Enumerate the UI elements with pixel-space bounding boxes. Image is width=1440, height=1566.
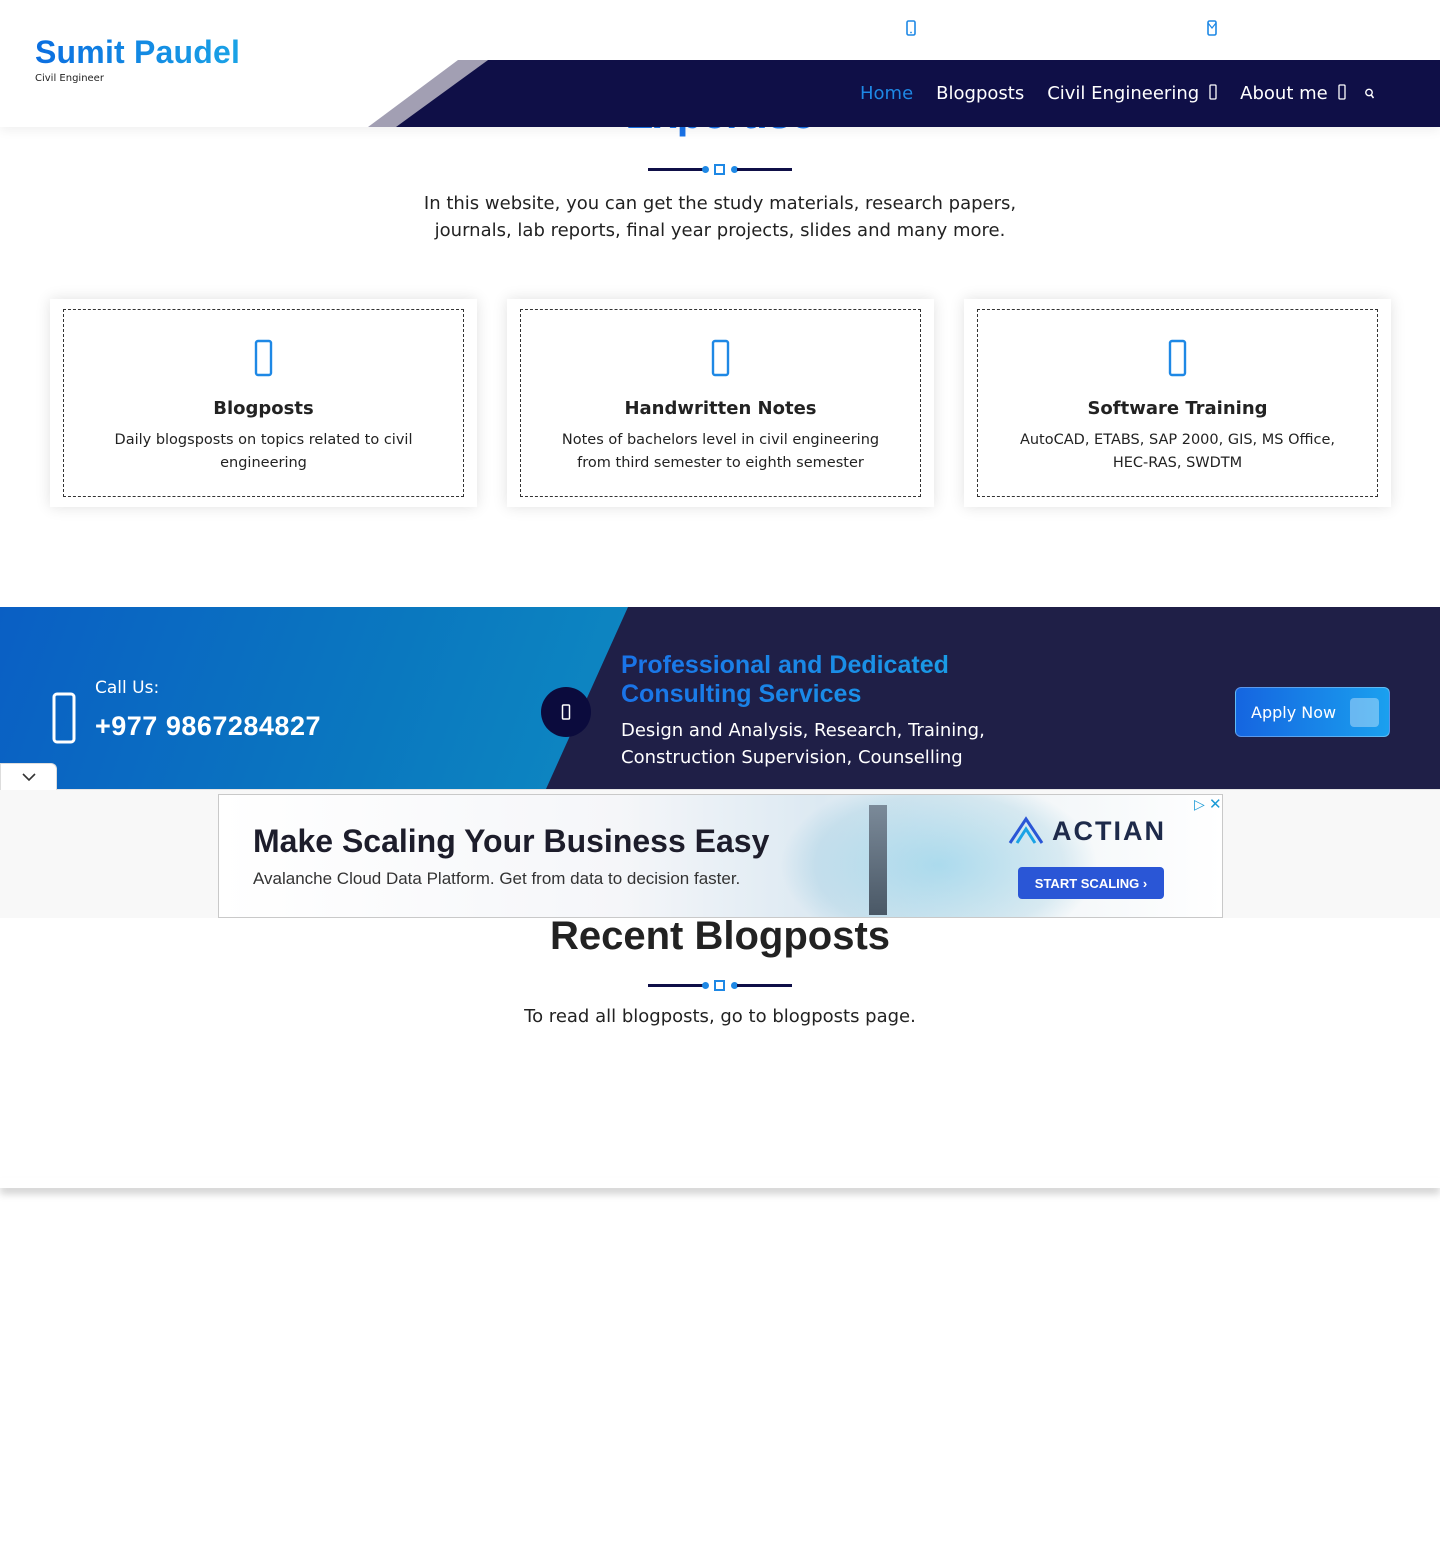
envelope-icon: [1205, 18, 1219, 40]
brand-tagline: Civil Engineer: [35, 73, 104, 84]
section-divider: [648, 163, 792, 175]
pencil-icon: [244, 338, 284, 380]
service-card[interactable]: Handwritten Notes Notes of bachelors lev…: [507, 299, 934, 507]
main-nav: Home Blogposts Civil Engineering About m…: [860, 60, 1369, 127]
expertise-lead: In this website, you can get the study m…: [423, 193, 1017, 241]
service-card-text: Notes of bachelors level in civil engine…: [561, 432, 880, 471]
apply-now-button[interactable]: Apply Now: [1235, 687, 1390, 737]
phone-icon: [52, 692, 76, 744]
nav-item-label: Civil Engineering: [1047, 83, 1200, 104]
close-icon[interactable]: ✕: [1209, 795, 1222, 813]
service-card-title: Handwritten Notes: [624, 398, 817, 419]
ad-building-image: [869, 805, 887, 915]
service-card-text: AutoCAD, ETABS, SAP 2000, GIS, MS Office…: [1019, 432, 1336, 471]
call-label: Call Us:: [95, 678, 160, 698]
site-header: Sumit Paudel Civil Engineer Home Blogpos…: [0, 0, 1440, 127]
ad-cta-button[interactable]: START SCALING ›: [1018, 867, 1164, 899]
consulting-banner: Call Us: +977 9867284827 Professional an…: [0, 607, 1440, 789]
arrow-right-icon: [1350, 698, 1379, 727]
apply-now-label: Apply Now: [1251, 702, 1337, 722]
briefcase-icon: [541, 687, 591, 737]
ad-headline: Make Scaling Your Business Easy: [253, 823, 770, 859]
brand[interactable]: Sumit Paudel Civil Engineer: [35, 34, 240, 84]
nav-item-label: About me: [1240, 83, 1328, 104]
section-bottom-edge: [0, 1178, 1440, 1188]
nav-item-home[interactable]: Home: [860, 83, 913, 104]
nav-item-about-me[interactable]: About me: [1240, 83, 1346, 105]
desktop-icon: [1158, 338, 1198, 380]
brand-name[interactable]: Sumit Paudel: [35, 34, 240, 71]
book-icon: [701, 338, 741, 380]
service-card-title: Software Training: [1087, 398, 1268, 419]
service-card[interactable]: Software Training AutoCAD, ETABS, SAP 20…: [964, 299, 1391, 507]
service-card-text: Daily blogsposts on topics related to ci…: [114, 432, 413, 471]
advertisement[interactable]: Make Scaling Your Business Easy Avalanch…: [218, 794, 1223, 918]
chevron-down-icon: [1209, 83, 1217, 105]
nav-item-blogposts[interactable]: Blogposts: [936, 83, 1024, 104]
ad-logo: ACTIAN: [1006, 815, 1166, 847]
nav-item-label: Blogposts: [936, 83, 1025, 104]
nav-item-label: Home: [860, 83, 914, 104]
nav-item-civil-engineering[interactable]: Civil Engineering: [1047, 83, 1217, 105]
ad-subtext: Avalanche Cloud Data Platform. Get from …: [253, 869, 741, 888]
chevron-down-icon: [21, 773, 36, 782]
expertise-cards: Blogposts Daily blogsposts on topics rel…: [50, 299, 1391, 507]
banner-title: Professional and Dedicated Consulting Se…: [621, 651, 1021, 709]
actian-logo-icon: [1008, 816, 1044, 844]
banner-text: Design and Analysis, Research, Training,…: [621, 720, 985, 768]
call-panel: [0, 607, 628, 789]
chevron-down-icon: [1338, 83, 1346, 105]
ad-choices-icon[interactable]: ▷: [1194, 797, 1205, 813]
service-card[interactable]: Blogposts Daily blogsposts on topics rel…: [50, 299, 477, 507]
call-number[interactable]: +977 9867284827: [95, 711, 321, 742]
recent-subtitle: To read all blogposts, go to blogposts p…: [524, 1006, 916, 1027]
service-card-title: Blogposts: [213, 398, 314, 419]
ad-graphic: [779, 795, 1099, 917]
phone-icon: [904, 18, 918, 40]
collapse-ad-button[interactable]: [0, 763, 57, 790]
section-title-recent: Recent Blogposts: [549, 914, 891, 958]
search-icon[interactable]: [1362, 86, 1378, 102]
section-divider: [648, 979, 792, 991]
